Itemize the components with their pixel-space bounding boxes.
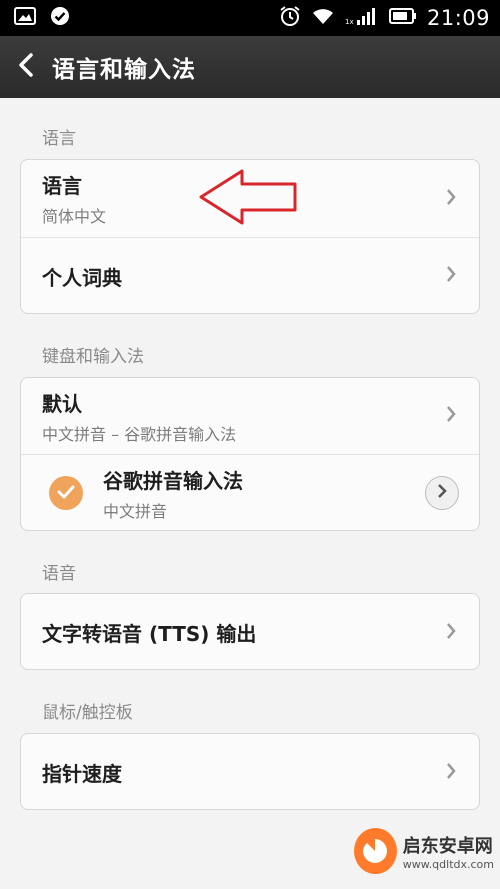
- chevron-right-icon: [445, 188, 457, 210]
- row-subtitle: 中文拼音: [103, 501, 168, 521]
- chevron-left-icon: [17, 52, 35, 82]
- card-mouse: 指针速度: [20, 733, 480, 810]
- watermark-name: 启东安卓网: [402, 835, 493, 857]
- wifi-icon: [311, 6, 335, 30]
- row-title: 默认: [42, 391, 82, 416]
- watermark: 启东安卓网 www.qdltdx.com: [354, 819, 494, 883]
- signal-icon: 1x: [345, 6, 379, 30]
- check-icon: [57, 484, 75, 503]
- row-subtitle: 中文拼音 – 谷歌拼音输入法: [42, 424, 237, 444]
- checkbox-checked[interactable]: [49, 476, 83, 510]
- chevron-right-icon: [437, 483, 447, 503]
- alarm-icon: [279, 5, 301, 31]
- row-pointer-speed[interactable]: 指针速度: [21, 734, 479, 809]
- title-bar: 语言和输入法: [0, 36, 500, 98]
- svg-text:1x: 1x: [345, 18, 354, 26]
- watermark-logo-icon: [354, 828, 397, 874]
- battery-icon: [388, 7, 417, 29]
- row-title: 谷歌拼音输入法: [103, 468, 243, 493]
- card-speech: 文字转语音 (TTS) 输出: [20, 593, 480, 670]
- ime-settings-button[interactable]: [425, 476, 459, 510]
- row-title: 语言: [42, 174, 82, 198]
- row-tts-output[interactable]: 文字转语音 (TTS) 输出: [21, 594, 479, 669]
- section-header-mouse: 鼠标/触控板: [42, 703, 133, 723]
- check-circle-icon: [50, 6, 70, 30]
- chevron-right-icon: [445, 622, 457, 644]
- row-default-ime[interactable]: 默认 中文拼音 – 谷歌拼音输入法: [21, 378, 479, 454]
- row-title: 个人词典: [42, 265, 122, 290]
- back-button[interactable]: [0, 36, 52, 98]
- section-header-language: 语言: [42, 129, 76, 149]
- page-title: 语言和输入法: [52, 57, 196, 83]
- row-title: 指针速度: [42, 762, 122, 786]
- row-subtitle: 简体中文: [42, 207, 107, 226]
- section-header-keyboard: 键盘和输入法: [42, 347, 144, 367]
- status-time: 21:09: [426, 6, 490, 30]
- card-keyboard: 默认 中文拼音 – 谷歌拼音输入法 谷歌拼音输入法 中文拼音: [20, 377, 480, 531]
- image-icon: [14, 7, 36, 29]
- watermark-url: www.qdltdx.com: [402, 857, 494, 871]
- chevron-right-icon: [445, 405, 457, 427]
- status-bar: 1x 21:09: [0, 0, 500, 36]
- section-header-speech: 语音: [42, 564, 76, 584]
- row-title: 文字转语音 (TTS) 输出: [42, 622, 257, 646]
- row-personal-dictionary[interactable]: 个人词典: [21, 237, 479, 313]
- annotation-arrow-icon: [198, 168, 300, 230]
- chevron-right-icon: [445, 265, 457, 287]
- chevron-right-icon: [445, 762, 457, 784]
- row-google-pinyin[interactable]: 谷歌拼音输入法 中文拼音: [21, 454, 479, 530]
